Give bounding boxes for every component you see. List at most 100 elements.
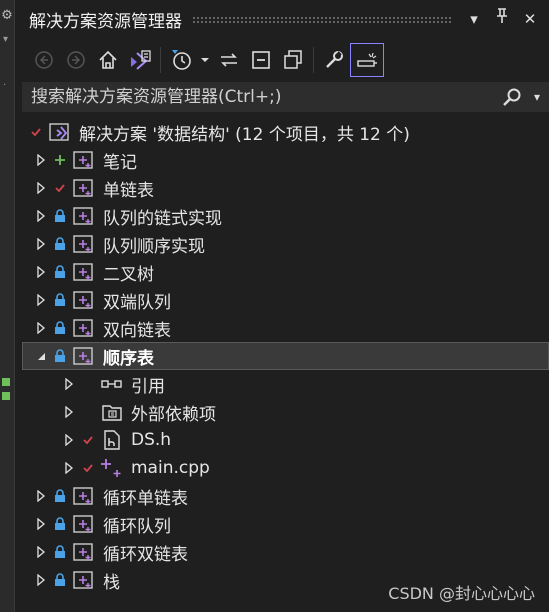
solution-root[interactable]: 解决方案 '数据结构' (12 个项目，共 12 个) (22, 118, 549, 146)
tree-file-item[interactable]: main.cpp (22, 454, 549, 482)
project-icon (72, 289, 96, 311)
collapsed-arrow-icon[interactable] (34, 154, 48, 166)
dropdown-icon[interactable] (197, 43, 213, 77)
collapsed-arrow-icon[interactable] (34, 322, 48, 334)
toolbar (22, 40, 549, 80)
project-icon (72, 205, 96, 227)
project-icon (72, 541, 96, 563)
search-input[interactable] (31, 87, 499, 107)
solution-icon (48, 121, 72, 143)
dock-marker-icon: · (3, 80, 7, 91)
home-icon[interactable] (92, 43, 124, 77)
collapsed-arrow-icon[interactable] (62, 378, 76, 390)
lock-icon (52, 265, 68, 279)
close-icon[interactable]: ✕ (519, 8, 541, 30)
properties-wrench-icon[interactable] (318, 43, 350, 77)
tree-file-item[interactable]: 引用 (22, 370, 549, 398)
tree-project-item[interactable]: 双端队列 (22, 286, 549, 314)
tree-project-item[interactable]: 循环单链表 (22, 482, 549, 510)
panel-title: 解决方案资源管理器 (29, 11, 182, 32)
tree-project-item[interactable]: 二叉树 (22, 258, 549, 286)
tree-item-label: 循环双链表 (103, 544, 188, 565)
change-marker (2, 378, 10, 386)
forward-icon[interactable] (60, 43, 92, 77)
collapsed-arrow-icon[interactable] (62, 406, 76, 418)
lock-icon (52, 573, 68, 587)
collapsed-arrow-icon[interactable] (34, 490, 48, 502)
collapsed-arrow-icon[interactable] (34, 238, 48, 250)
chevron-down-icon[interactable]: ▾ (525, 90, 549, 104)
header-file-icon (100, 429, 124, 451)
tree-project-item[interactable]: 顺序表 (22, 342, 549, 370)
tree-item-label: main.cpp (131, 458, 210, 478)
collapse-all-icon[interactable] (245, 43, 277, 77)
lock-icon (52, 545, 68, 559)
vs-solution-switch-icon[interactable] (124, 43, 156, 77)
collapsed-arrow-icon[interactable] (34, 182, 48, 194)
tree-item-label: 引用 (131, 376, 165, 397)
references-icon (100, 377, 124, 391)
toolbar-separator (313, 47, 314, 73)
lock-icon (52, 517, 68, 531)
tree-file-item[interactable]: 外部依赖项 (22, 398, 549, 426)
project-icon (72, 177, 96, 199)
solution-explorer-panel: 解决方案资源管理器 ▾ ✕ 搜索解决方案资源管理器(Ctrl+;) ▾ 解决方案… (22, 0, 549, 612)
expanded-arrow-icon[interactable] (34, 351, 48, 361)
tree-project-item[interactable]: 双向链表 (22, 314, 549, 342)
gear-icon[interactable]: ⚙ (0, 8, 14, 23)
tree-project-item[interactable]: 队列的链式实现 (22, 202, 549, 230)
window-position-dropdown-icon[interactable]: ▾ (463, 8, 485, 30)
lock-icon (52, 349, 68, 363)
tree-item-label: 笔记 (103, 152, 137, 173)
collapsed-arrow-icon[interactable] (34, 266, 48, 278)
back-icon[interactable] (28, 43, 60, 77)
search-box[interactable]: ▾ (22, 82, 549, 112)
pending-add-icon (52, 154, 68, 166)
chevron-down-icon[interactable]: ▾ (3, 34, 8, 45)
project-icon (72, 317, 96, 339)
collapsed-arrow-icon[interactable] (62, 434, 76, 446)
title-drag-handle[interactable] (192, 15, 453, 23)
external-dependencies-icon (100, 402, 124, 422)
left-dock-strip: ⚙ ▾ · (0, 0, 15, 612)
tree-project-item[interactable]: 单链表 (22, 174, 549, 202)
project-icon (72, 149, 96, 171)
tree-item-label: 单链表 (103, 180, 154, 201)
history-icon[interactable] (165, 43, 197, 77)
tree-item-label: 循环队列 (103, 516, 171, 537)
tree-project-item[interactable]: 队列顺序实现 (22, 230, 549, 258)
watermark: CSDN @封心心心心 (388, 584, 535, 603)
checked-in-icon (28, 126, 44, 138)
collapsed-arrow-icon[interactable] (34, 294, 48, 306)
project-icon (72, 485, 96, 507)
project-icon (72, 233, 96, 255)
solution-label: 解决方案 '数据结构' (12 个项目，共 12 个) (79, 124, 410, 145)
sync-icon[interactable] (213, 43, 245, 77)
collapsed-arrow-icon[interactable] (34, 518, 48, 530)
tree-item-label: DS.h (131, 430, 172, 450)
project-icon (72, 345, 96, 367)
tree-item-label: 双向链表 (103, 320, 171, 341)
collapsed-arrow-icon[interactable] (34, 210, 48, 222)
lock-icon (52, 489, 68, 503)
show-all-files-icon[interactable] (277, 43, 309, 77)
project-icon (72, 569, 96, 591)
collapsed-arrow-icon[interactable] (34, 546, 48, 558)
tree-item-label: 二叉树 (103, 264, 154, 285)
tree-project-item[interactable]: 循环队列 (22, 510, 549, 538)
tree-project-item[interactable]: 循环双链表 (22, 538, 549, 566)
collapsed-arrow-icon[interactable] (62, 462, 76, 474)
toolbar-separator (160, 47, 161, 73)
project-icon (72, 513, 96, 535)
checked-in-icon (52, 182, 68, 194)
checked-in-icon (80, 434, 96, 446)
search-icon[interactable] (499, 87, 525, 107)
pin-icon[interactable] (491, 8, 513, 30)
lock-icon (52, 209, 68, 223)
tree-item-label: 队列的链式实现 (103, 208, 222, 229)
tree-item-label: 顺序表 (103, 348, 154, 369)
collapsed-arrow-icon[interactable] (34, 574, 48, 586)
tree-file-item[interactable]: DS.h (22, 426, 549, 454)
tree-project-item[interactable]: 笔记 (22, 146, 549, 174)
preview-selected-icon[interactable] (350, 43, 384, 77)
